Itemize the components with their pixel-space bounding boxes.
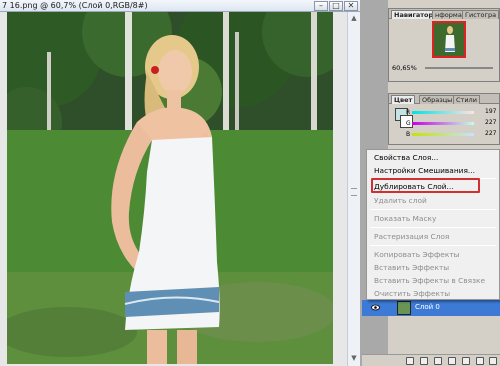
tab-histogram[interactable]: Гистогра xyxy=(462,10,500,19)
menu-item-duplicate-layer[interactable]: Дублировать Слой... xyxy=(374,182,454,191)
trash-icon[interactable] xyxy=(489,357,497,365)
group-folder-icon[interactable] xyxy=(462,357,470,365)
layer-name[interactable]: Слой 0 xyxy=(415,303,440,311)
layers-footer-toolbar xyxy=(362,354,500,366)
slider-r[interactable]: R 197 xyxy=(406,108,496,116)
tab-color[interactable]: Цвет xyxy=(391,95,416,104)
menu-separator xyxy=(370,245,496,246)
tab-info[interactable]: нформа xyxy=(432,10,465,19)
color-tabbar: Цвет Образцы Стили xyxy=(389,94,499,104)
layer-context-menu: Свойства Слоя... Настройки Смешивания...… xyxy=(366,149,500,300)
mask-icon[interactable] xyxy=(434,357,442,365)
vertical-scrollbar[interactable]: ▲ ▼ xyxy=(347,12,360,366)
adjustment-layer-icon[interactable] xyxy=(448,357,456,365)
close-button[interactable]: ✕ xyxy=(344,1,358,11)
color-panel: Цвет Образцы Стили R 197 G 227 B 227 xyxy=(388,93,500,145)
zoom-value[interactable]: 60,65% xyxy=(392,64,417,72)
menu-item-paste-effects-linked[interactable]: Вставить Эффекты в Связке xyxy=(374,276,485,285)
scroll-grip-icon[interactable] xyxy=(351,188,357,196)
document-title: 7 16.png @ 60,7% (Слой 0,RGB/8#) xyxy=(2,1,148,10)
layer-thumbnail[interactable] xyxy=(397,301,411,315)
fx-icon[interactable] xyxy=(420,357,428,365)
link-layers-icon[interactable] xyxy=(406,357,414,365)
menu-item-blending-options[interactable]: Настройки Смешивания... xyxy=(374,166,475,175)
scroll-down-icon[interactable]: ▼ xyxy=(350,354,358,362)
navigator-preview[interactable] xyxy=(432,21,466,58)
scroll-up-icon[interactable]: ▲ xyxy=(350,14,358,22)
navigator-panel: Навигатор нформа Гистогра 60,65% xyxy=(388,8,500,82)
document-title-bar[interactable]: 7 16.png @ 60,7% (Слой 0,RGB/8#) – □ ✕ xyxy=(0,0,360,12)
menu-item-paste-effects[interactable]: Вставить Эффекты xyxy=(374,263,449,272)
tab-styles[interactable]: Стили xyxy=(453,95,480,104)
maximize-button[interactable]: □ xyxy=(329,1,343,11)
photo-image[interactable] xyxy=(7,12,333,364)
menu-separator xyxy=(370,209,496,210)
layer-row-selected[interactable]: Слой 0 xyxy=(362,300,500,316)
slider-b[interactable]: B 227 xyxy=(406,130,496,138)
zoom-slider[interactable] xyxy=(425,67,493,69)
navigator-tabbar: Навигатор нформа Гистогра xyxy=(389,9,500,19)
minimize-button[interactable]: – xyxy=(314,1,328,11)
document-canvas[interactable] xyxy=(0,12,347,366)
document-window: 7 16.png @ 60,7% (Слой 0,RGB/8#) – □ ✕ ▲… xyxy=(0,0,360,366)
slider-g[interactable]: G 227 xyxy=(406,119,496,127)
tab-navigator[interactable]: Навигатор xyxy=(391,10,437,19)
new-layer-icon[interactable] xyxy=(476,357,484,365)
menu-item-copy-effects[interactable]: Копировать Эффекты xyxy=(374,250,459,259)
menu-separator xyxy=(370,227,496,228)
menu-item-show-mask[interactable]: Показать Маску xyxy=(374,214,436,223)
eye-icon[interactable] xyxy=(371,304,380,311)
menu-item-layer-properties[interactable]: Свойства Слоя... xyxy=(374,153,438,162)
menu-item-delete-layer[interactable]: Удалить слой xyxy=(374,196,427,205)
menu-item-clear-effects[interactable]: Очистить Эффекты xyxy=(374,289,450,298)
tab-swatches[interactable]: Образцы xyxy=(419,95,456,104)
menu-item-rasterize-layer[interactable]: Растеризация Слоя xyxy=(374,232,449,241)
